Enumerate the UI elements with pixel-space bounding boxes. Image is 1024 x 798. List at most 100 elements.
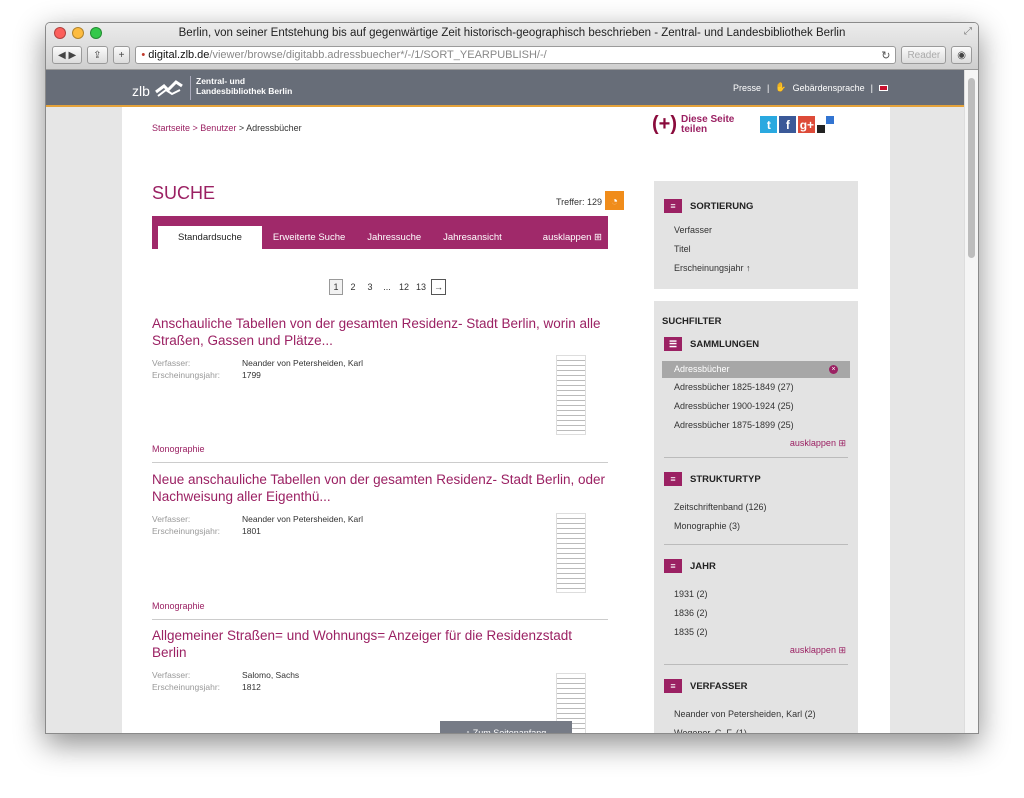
filter-panel: SUCHFILTER ☰ SAMMLUNGEN Adressbücher × A… — [654, 301, 858, 733]
result-thumbnail[interactable] — [556, 513, 586, 593]
presse-link[interactable]: Presse — [733, 83, 761, 93]
add-bookmark-button[interactable]: + — [112, 46, 131, 64]
result-type[interactable]: Monographie — [152, 601, 205, 611]
reload-icon[interactable]: ↻ — [881, 49, 890, 62]
share-label-1: Diese Seite — [681, 113, 735, 125]
gebaerden-link[interactable]: Gebärdensprache — [793, 83, 865, 93]
share-plus-icon[interactable]: (+) — [652, 113, 677, 136]
expand-search-button[interactable]: ausklappen ⊞ — [532, 226, 608, 249]
separator: | — [767, 82, 770, 93]
share-icon[interactable]: ⇪ — [87, 46, 108, 64]
collection-item[interactable]: Adressbücher 1825-1849 (27) — [654, 378, 858, 397]
page-1[interactable]: 1 — [329, 279, 343, 295]
year-item[interactable]: 1835 (2) — [654, 623, 858, 642]
structure-item[interactable]: Monographie (3) — [654, 517, 858, 536]
language-flag-icon[interactable] — [879, 84, 888, 91]
expand-years[interactable]: ausklappen ⊞ — [654, 645, 858, 656]
page-2[interactable]: 2 — [346, 279, 360, 295]
result-thumbnail[interactable] — [556, 355, 586, 435]
year-item[interactable]: 1931 (2) — [654, 585, 858, 604]
back-forward-buttons[interactable]: ◀ ▶ — [52, 46, 83, 64]
author-label: Verfasser: — [152, 514, 191, 524]
sort-titel[interactable]: Titel — [654, 240, 858, 259]
tab-jahressuche[interactable]: Jahressuche — [356, 226, 432, 249]
page-12[interactable]: 12 — [397, 279, 411, 295]
author-item[interactable]: Wegener, C. F. (1) — [654, 724, 858, 733]
logo-text[interactable]: Zentral- und Landesbibliothek Berlin — [196, 76, 292, 96]
result-title[interactable]: Anschauliche Tabellen von der gesamten R… — [152, 315, 608, 349]
twitter-icon[interactable]: t — [760, 116, 778, 133]
year-value: 1799 — [242, 370, 261, 380]
downloads-icon[interactable]: ◉ — [951, 46, 972, 64]
structure-item[interactable]: Zeitschriftenband (126) — [654, 498, 858, 517]
result-item: Allgemeiner Straßen= und Wohnungs= Anzei… — [152, 627, 608, 693]
address-bar[interactable]: • digital.zlb.de /viewer/browse/digitabb… — [135, 46, 897, 64]
page-title: SUCHE — [152, 183, 216, 203]
tab-standardsuche[interactable]: Standardsuche — [158, 226, 262, 249]
year-label: Erscheinungsjahr: — [152, 682, 221, 692]
result-item: Neue anschauliche Tabellen von der gesam… — [152, 471, 608, 537]
logo-abbr[interactable]: zlb — [132, 83, 150, 99]
page-13[interactable]: 13 — [414, 279, 428, 295]
separator: | — [870, 82, 873, 93]
rss-icon[interactable]: ◔ — [605, 191, 624, 210]
author-label: Verfasser: — [152, 670, 191, 680]
verfasser-title: VERFASSER — [690, 680, 748, 692]
delicious-icon[interactable] — [817, 116, 835, 133]
tab-jahresansicht[interactable]: Jahresansicht — [432, 226, 513, 249]
search-tabs: Standardsuche Erweiterte Suche Jahressuc… — [152, 216, 608, 249]
scrollbar-thumb[interactable] — [968, 78, 975, 258]
divider — [664, 544, 848, 545]
hit-count: Treffer: 129 — [556, 197, 603, 207]
sort-icon: ≡ — [664, 199, 682, 213]
collection-item[interactable]: Adressbücher 1875-1899 (25) — [654, 416, 858, 435]
sign-language-icon: ✋ — [775, 82, 787, 92]
fullscreen-icon[interactable]: ⤢ — [964, 26, 972, 37]
breadcrumb-home[interactable]: Startseite — [152, 123, 190, 133]
page-3[interactable]: 3 — [363, 279, 377, 295]
collection-icon: ☰ — [664, 337, 682, 351]
share-label-2: teilen — [681, 123, 708, 135]
collection-item[interactable]: Adressbücher 1900-1924 (25) — [654, 397, 858, 416]
author-value: Neander von Petersheiden, Karl — [242, 358, 363, 368]
result-type[interactable]: Monographie — [152, 444, 205, 454]
year-item[interactable]: 1836 (2) — [654, 604, 858, 623]
zlb-logo-icon[interactable] — [154, 76, 184, 98]
divider — [152, 619, 608, 620]
reader-button[interactable]: Reader — [901, 46, 947, 64]
browser-window: Berlin, von seiner Entstehung bis auf ge… — [45, 22, 979, 734]
facebook-icon[interactable]: f — [779, 116, 797, 133]
author-item[interactable]: Neander von Petersheiden, Karl (2) — [654, 705, 858, 724]
result-title[interactable]: Allgemeiner Straßen= und Wohnungs= Anzei… — [152, 627, 608, 661]
sort-panel: ≡ SORTIERUNG Verfasser Titel Erscheinung… — [654, 181, 858, 289]
sort-verfasser[interactable]: Verfasser — [654, 221, 858, 240]
sammlungen-title: SAMMLUNGEN — [690, 338, 760, 350]
year-value: 1812 — [242, 682, 261, 692]
author-value: Neander von Petersheiden, Karl — [242, 514, 363, 524]
selected-collection[interactable]: Adressbücher × — [662, 361, 850, 378]
year-value: 1801 — [242, 526, 261, 536]
expand-collections[interactable]: ausklappen ⊞ — [654, 438, 858, 449]
struktur-title: STRUKTURTYP — [690, 473, 761, 485]
web-viewport: zlb Zentral- und Landesbibliothek Berlin… — [46, 70, 978, 733]
breadcrumb: Startseite > Benutzer > Adressbücher — [152, 123, 302, 133]
scrollbar[interactable] — [964, 70, 978, 733]
remove-filter-icon[interactable]: × — [829, 365, 838, 374]
tab-erweiterte-suche[interactable]: Erweiterte Suche — [262, 226, 356, 249]
title-bar: Berlin, von seiner Entstehung bis auf ge… — [46, 23, 978, 70]
year-icon: ≡ — [664, 559, 682, 573]
back-to-top-button[interactable]: ↑ Zum Seitenanfang — [440, 721, 572, 733]
filter-title: SUCHFILTER — [662, 316, 722, 327]
year-label: Erscheinungsjahr: — [152, 526, 221, 536]
window-title: Berlin, von seiner Entstehung bis auf ge… — [178, 27, 846, 39]
sort-jahr[interactable]: Erscheinungsjahr ↑ — [654, 259, 858, 278]
page-content: Startseite > Benutzer > Adressbücher (+)… — [122, 107, 890, 733]
breadcrumb-users[interactable]: > Benutzer — [193, 123, 237, 133]
next-page-arrow-icon[interactable]: → — [431, 279, 447, 295]
sort-title: SORTIERUNG — [690, 200, 754, 212]
result-title[interactable]: Neue anschauliche Tabellen von der gesam… — [152, 471, 608, 505]
author-value: Salomo, Sachs — [242, 670, 300, 680]
google-plus-icon[interactable]: g+ — [798, 116, 816, 133]
site-header: zlb Zentral- und Landesbibliothek Berlin… — [46, 70, 978, 107]
divider — [664, 664, 848, 665]
